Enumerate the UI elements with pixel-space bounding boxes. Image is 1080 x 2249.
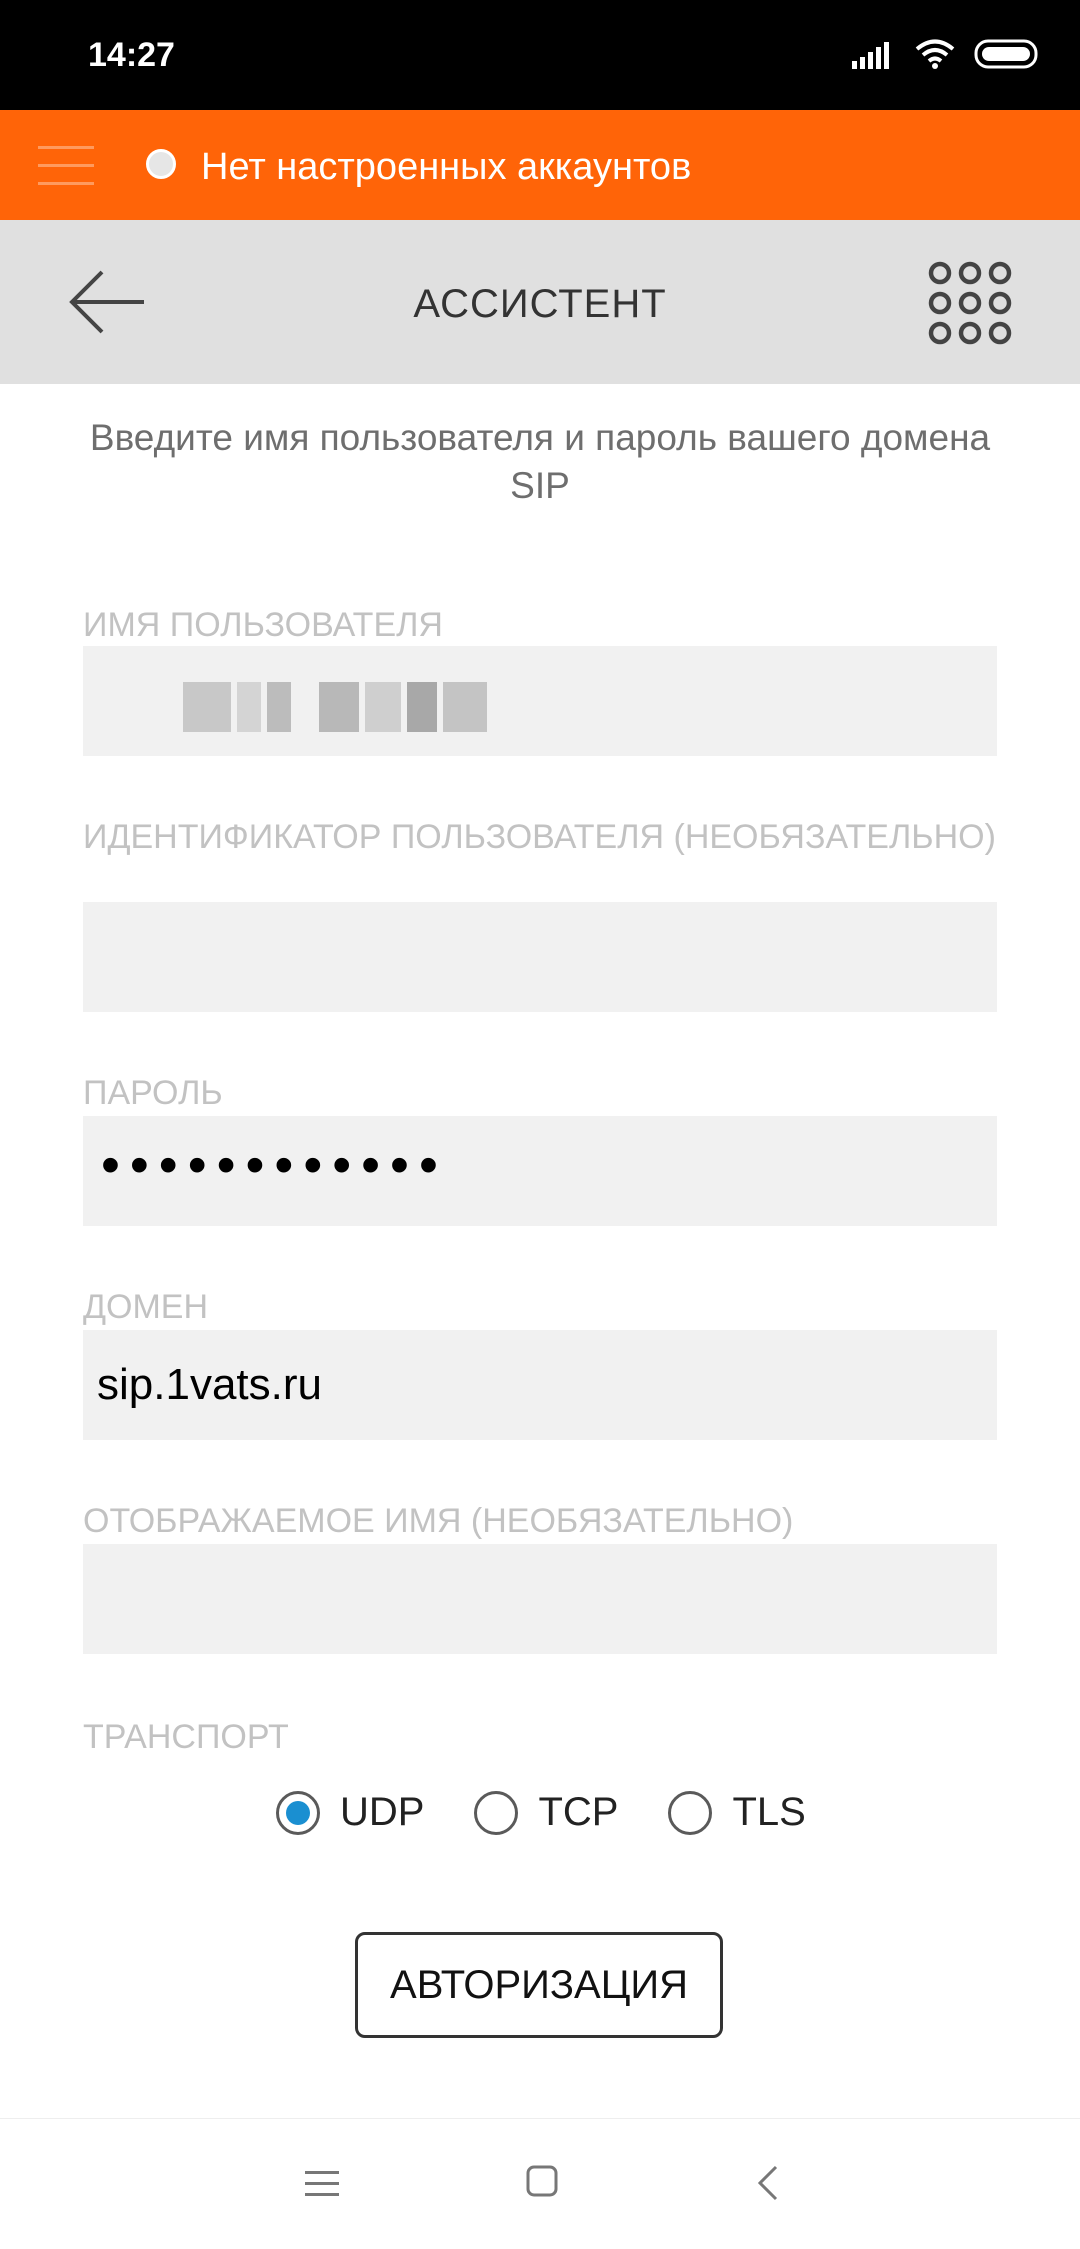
display-name-field[interactable] bbox=[83, 1544, 997, 1654]
signal-icon bbox=[852, 42, 889, 69]
username-label: ИМЯ ПОЛЬЗОВАТЕЛЯ bbox=[83, 606, 443, 644]
account-bar: Нет настроенных аккаунтов bbox=[0, 110, 1080, 220]
transport-label: ТРАНСПОРТ bbox=[83, 1718, 289, 1756]
status-time: 14:27 bbox=[88, 36, 175, 74]
account-status-text: Нет настроенных аккаунтов bbox=[201, 146, 692, 188]
transport-radio-group: UDP TCP TLS bbox=[276, 1790, 856, 1835]
wifi-icon bbox=[915, 39, 955, 69]
radio-tls[interactable] bbox=[668, 1790, 713, 1835]
assistant-header: АССИСТЕНТ bbox=[0, 220, 1080, 384]
transport-tcp-option[interactable]: TCP bbox=[474, 1790, 618, 1835]
account-status-dot bbox=[146, 149, 176, 179]
password-value: •••••••••••• bbox=[101, 1135, 448, 1195]
status-bar: 14:27 bbox=[0, 0, 1080, 110]
back-nav-icon[interactable] bbox=[756, 2165, 780, 2201]
dialpad-icon[interactable] bbox=[925, 258, 1015, 348]
radio-tls-label: TLS bbox=[732, 1790, 806, 1834]
userid-label: ИДЕНТИФИКАТОР ПОЛЬЗОВАТЕЛЯ (НЕОБЯЗАТЕЛЬН… bbox=[83, 818, 996, 856]
radio-tcp-label: TCP bbox=[538, 1790, 619, 1834]
transport-tls-option[interactable]: TLS bbox=[668, 1790, 806, 1835]
transport-udp-option[interactable]: UDP bbox=[276, 1790, 424, 1835]
domain-field[interactable] bbox=[83, 1330, 997, 1440]
radio-udp[interactable] bbox=[276, 1790, 320, 1835]
password-label: ПАРОЛЬ bbox=[83, 1074, 223, 1112]
display-name-label: ОТОБРАЖАЕМОЕ ИМЯ (НЕОБЯЗАТЕЛЬНО) bbox=[83, 1502, 794, 1540]
status-icons bbox=[852, 38, 1042, 70]
assistant-title: АССИСТЕНТ bbox=[413, 282, 667, 326]
username-field[interactable] bbox=[83, 646, 997, 756]
domain-label: ДОМЕН bbox=[83, 1288, 209, 1326]
recents-menu-icon[interactable] bbox=[305, 2169, 339, 2199]
password-field[interactable]: •••••••••••• bbox=[83, 1116, 997, 1226]
intro-text: Введите имя пользователя и пароль вашего… bbox=[89, 417, 991, 506]
home-icon[interactable] bbox=[526, 2165, 558, 2199]
radio-tcp[interactable] bbox=[474, 1790, 519, 1835]
system-nav-bar bbox=[0, 2118, 1080, 2249]
userid-field[interactable] bbox=[83, 902, 997, 1012]
menu-icon[interactable] bbox=[38, 140, 94, 192]
radio-udp-label: UDP bbox=[340, 1790, 425, 1834]
authorize-button[interactable]: АВТОРИЗАЦИЯ bbox=[355, 1932, 723, 2038]
username-masked-value bbox=[183, 682, 487, 732]
battery-icon bbox=[974, 39, 1038, 69]
